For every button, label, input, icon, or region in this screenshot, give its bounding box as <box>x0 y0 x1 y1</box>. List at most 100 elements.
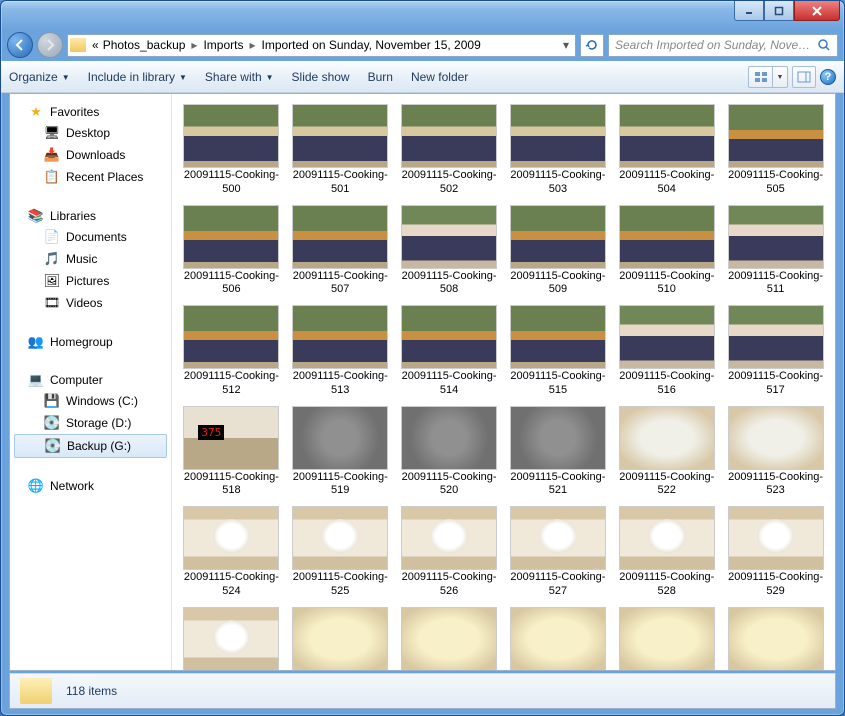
file-thumbnail[interactable]: 20091115-Cooking-525 <box>287 504 394 601</box>
breadcrumb-item[interactable]: Imported on Sunday, November 15, 2009 <box>260 38 483 52</box>
sidebar-item-pictures[interactable]: 🖼Pictures <box>10 270 171 292</box>
view-mode-dropdown[interactable]: ▼ <box>772 66 788 88</box>
favorites-header[interactable]: ★Favorites <box>10 102 171 122</box>
file-thumbnail[interactable]: 20091115-Cooking-523 <box>722 404 829 501</box>
back-button[interactable] <box>7 32 33 58</box>
file-thumbnail[interactable]: 20091115-Cooking-507 <box>287 203 394 300</box>
thumbnail-image <box>510 506 606 570</box>
thumbnail-label: 20091115-Cooking-511 <box>728 270 824 298</box>
share-with-menu[interactable]: Share with▼ <box>205 70 274 84</box>
file-thumbnail[interactable]: 20091115-Cooking-510 <box>613 203 720 300</box>
file-thumbnail[interactable]: 20091115-Cooking-524 <box>178 504 285 601</box>
forward-button[interactable] <box>37 32 63 58</box>
file-thumbnail[interactable]: 20091115-Cooking-509 <box>505 203 612 300</box>
address-dropdown-icon[interactable]: ▾ <box>559 38 573 52</box>
thumbnail-label: 20091115-Cooking-525 <box>292 571 388 599</box>
search-input[interactable]: Search Imported on Sunday, Novembe... <box>608 34 838 57</box>
file-thumbnail[interactable] <box>396 605 503 671</box>
file-thumbnail[interactable]: 20091115-Cooking-520 <box>396 404 503 501</box>
file-thumbnail[interactable]: 20091115-Cooking-503 <box>505 102 612 199</box>
thumbnail-label: 20091115-Cooking-506 <box>183 270 279 298</box>
new-folder-button[interactable]: New folder <box>411 70 468 84</box>
file-thumbnail[interactable]: 20091115-Cooking-521 <box>505 404 612 501</box>
file-thumbnail[interactable]: 20091115-Cooking-527 <box>505 504 612 601</box>
view-mode-button[interactable] <box>748 66 772 88</box>
slideshow-button[interactable]: Slide show <box>292 70 350 84</box>
sidebar-item-desktop[interactable]: 🖥Desktop <box>10 122 171 144</box>
thumbnail-image <box>728 305 824 369</box>
file-thumbnail[interactable]: 20091115-Cooking-519 <box>287 404 394 501</box>
preview-pane-button[interactable] <box>792 66 816 88</box>
network-icon: 🌐 <box>28 478 44 494</box>
thumbnail-label: 20091115-Cooking-501 <box>292 169 388 197</box>
file-thumbnail[interactable]: 20091115-Cooking-513 <box>287 303 394 400</box>
close-button[interactable] <box>794 1 840 21</box>
computer-header[interactable]: 💻Computer <box>10 370 171 390</box>
file-thumbnail[interactable]: 20091115-Cooking-500 <box>178 102 285 199</box>
file-thumbnail[interactable]: 20091115-Cooking-506 <box>178 203 285 300</box>
sidebar-item-videos[interactable]: 🎞Videos <box>10 292 171 314</box>
file-list-pane[interactable]: 20091115-Cooking-50020091115-Cooking-501… <box>172 94 835 670</box>
file-thumbnail[interactable] <box>287 605 394 671</box>
include-library-menu[interactable]: Include in library▼ <box>88 70 187 84</box>
file-thumbnail[interactable]: 20091115-Cooking-529 <box>722 504 829 601</box>
file-thumbnail[interactable]: 20091115-Cooking-501 <box>287 102 394 199</box>
file-thumbnail[interactable]: 20091115-Cooking-514 <box>396 303 503 400</box>
file-thumbnail[interactable]: 20091115-Cooking-515 <box>505 303 612 400</box>
thumbnail-image <box>510 205 606 269</box>
thumbnail-label: 20091115-Cooking-522 <box>619 471 715 499</box>
search-placeholder: Search Imported on Sunday, Novembe... <box>615 38 817 52</box>
file-thumbnail[interactable] <box>613 605 720 671</box>
file-thumbnail[interactable] <box>722 605 829 671</box>
thumbnail-image <box>728 104 824 168</box>
chevron-right-icon[interactable]: ▸ <box>187 38 201 52</box>
content-area: ★Favorites 🖥Desktop 📥Downloads 📋Recent P… <box>9 93 836 671</box>
file-thumbnail[interactable]: 20091115-Cooking-526 <box>396 504 503 601</box>
breadcrumb-item[interactable]: Imports <box>201 38 245 52</box>
thumbnail-label: 20091115-Cooking-529 <box>728 571 824 599</box>
sidebar-item-documents[interactable]: 📄Documents <box>10 226 171 248</box>
sidebar-item-drive-c[interactable]: 💾Windows (C:) <box>10 390 171 412</box>
thumbnail-label: 20091115-Cooking-515 <box>510 370 606 398</box>
network-header[interactable]: 🌐Network <box>10 476 171 496</box>
file-thumbnail[interactable]: 20091115-Cooking-516 <box>613 303 720 400</box>
sidebar-item-drive-d[interactable]: 💽Storage (D:) <box>10 412 171 434</box>
file-thumbnail[interactable]: 20091115-Cooking-502 <box>396 102 503 199</box>
file-thumbnail[interactable]: 20091115-Cooking-518 <box>178 404 285 501</box>
file-thumbnail[interactable]: 20091115-Cooking-528 <box>613 504 720 601</box>
file-thumbnail[interactable]: 20091115-Cooking-522 <box>613 404 720 501</box>
maximize-button[interactable] <box>764 1 794 21</box>
sidebar-item-drive-g[interactable]: 💽Backup (G:) <box>14 434 167 458</box>
thumbnail-label: 20091115-Cooking-504 <box>619 169 715 197</box>
document-icon: 📄 <box>44 229 60 245</box>
file-thumbnail[interactable]: 20091115-Cooking-512 <box>178 303 285 400</box>
chevron-down-icon: ▼ <box>179 73 187 82</box>
file-thumbnail[interactable]: 20091115-Cooking-517 <box>722 303 829 400</box>
help-button[interactable]: ? <box>820 69 836 85</box>
sidebar-item-music[interactable]: 🎵Music <box>10 248 171 270</box>
file-thumbnail[interactable] <box>178 605 285 671</box>
titlebar[interactable] <box>1 1 844 29</box>
burn-button[interactable]: Burn <box>368 70 393 84</box>
sidebar-item-downloads[interactable]: 📥Downloads <box>10 144 171 166</box>
thumbnail-label: 20091115-Cooking-503 <box>510 169 606 197</box>
file-thumbnail[interactable]: 20091115-Cooking-508 <box>396 203 503 300</box>
thumbnail-image <box>292 506 388 570</box>
file-thumbnail[interactable]: 20091115-Cooking-504 <box>613 102 720 199</box>
thumbnail-label: 20091115-Cooking-505 <box>728 169 824 197</box>
breadcrumb-item[interactable]: Photos_backup <box>101 38 188 52</box>
file-thumbnail[interactable]: 20091115-Cooking-505 <box>722 102 829 199</box>
file-thumbnail[interactable] <box>505 605 612 671</box>
star-icon: ★ <box>28 104 44 120</box>
organize-menu[interactable]: Organize▼ <box>9 70 70 84</box>
address-bar[interactable]: « Photos_backup ▸ Imports ▸ Imported on … <box>67 34 576 57</box>
homegroup-header[interactable]: 👥Homegroup <box>10 332 171 352</box>
sidebar-item-recent[interactable]: 📋Recent Places <box>10 166 171 188</box>
chevron-right-icon[interactable]: ▸ <box>245 38 259 52</box>
file-thumbnail[interactable]: 20091115-Cooking-511 <box>722 203 829 300</box>
thumbnail-image <box>619 305 715 369</box>
breadcrumb-prefix[interactable]: « <box>90 38 101 52</box>
libraries-header[interactable]: 📚Libraries <box>10 206 171 226</box>
minimize-button[interactable] <box>734 1 764 21</box>
refresh-button[interactable] <box>580 34 604 57</box>
